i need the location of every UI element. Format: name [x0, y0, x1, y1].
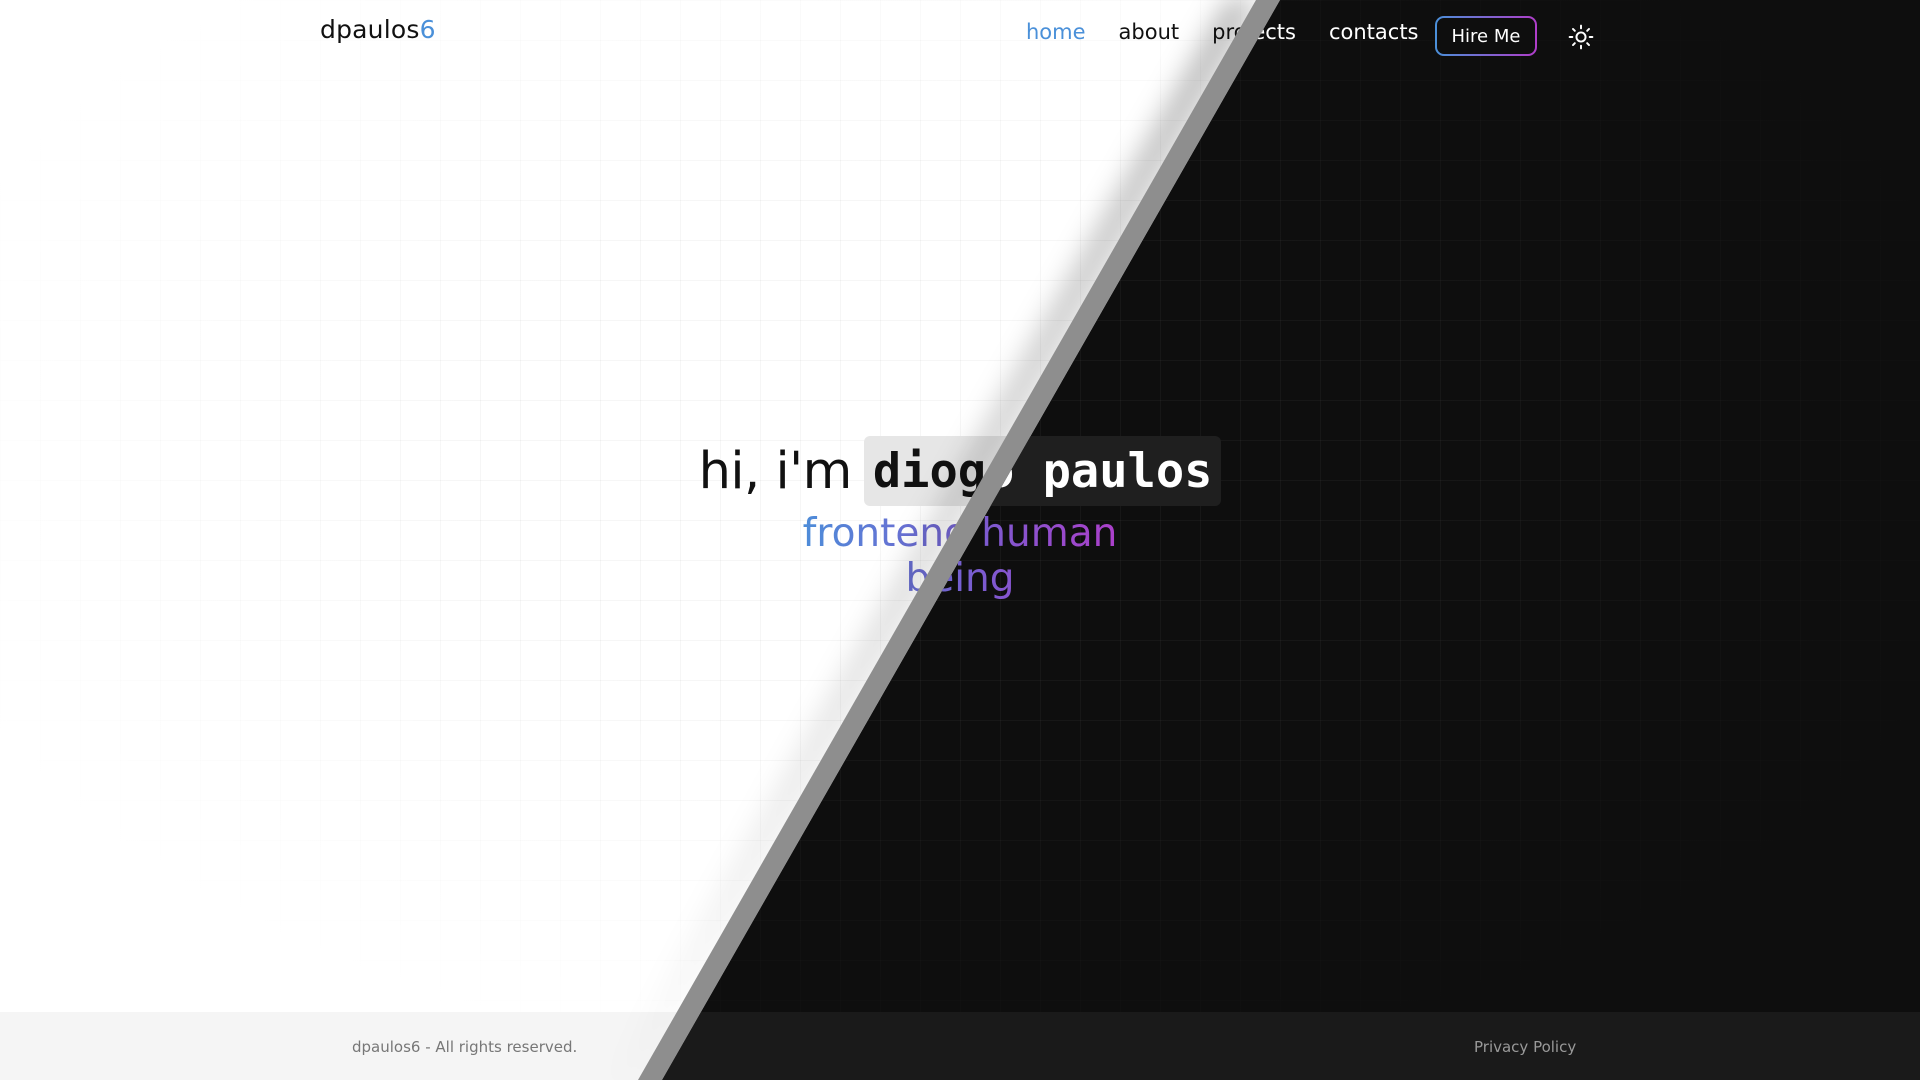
sun-icon[interactable]	[1568, 24, 1594, 50]
logo-text: dpaulos	[320, 15, 420, 44]
site-logo[interactable]: dpaulos6	[320, 15, 436, 44]
hire-me-label-dark: Hire Me	[1437, 18, 1535, 54]
footer-copyright: dpaulos6 - All rights reserved.	[352, 1038, 578, 1056]
hire-me-button-dark[interactable]: Hire Me	[1435, 16, 1537, 56]
nav-item-about[interactable]: about	[1119, 20, 1180, 44]
privacy-policy-link-dark[interactable]: Privacy Policy	[1474, 1038, 1576, 1056]
nav-item-home[interactable]: home	[1026, 20, 1086, 44]
logo-accent: 6	[419, 15, 436, 44]
nav-item-contacts-dark[interactable]: contacts	[1329, 20, 1419, 44]
hero-greeting: hi, i'm	[698, 441, 853, 501]
